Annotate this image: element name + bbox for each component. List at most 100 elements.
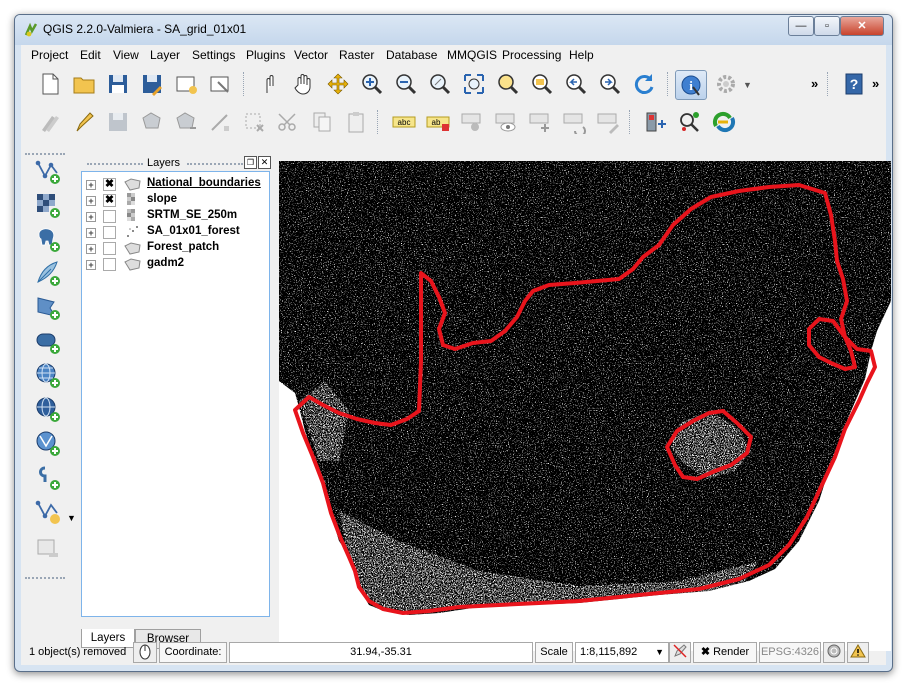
- layer-tree[interactable]: + ✖ National_boundaries + ✖ slope + SRTM…: [81, 171, 270, 617]
- open-project-button[interactable]: [71, 71, 97, 97]
- layer-visibility-checkbox[interactable]: [103, 242, 116, 255]
- close-button[interactable]: ✕: [840, 16, 884, 36]
- add-postgis-layer-button[interactable]: [33, 225, 63, 253]
- menu-raster[interactable]: Raster: [339, 48, 374, 62]
- float-panel-button[interactable]: ❐: [244, 156, 257, 169]
- menu-processing[interactable]: Processing: [502, 48, 561, 62]
- toolbar-overflow-button-2[interactable]: »: [872, 76, 879, 91]
- help-contents-button[interactable]: ?: [841, 71, 867, 97]
- layer-visibility-checkbox[interactable]: ✖: [103, 178, 116, 191]
- zoom-in-button[interactable]: [359, 71, 385, 97]
- crs-status-button[interactable]: EPSG:4326: [759, 642, 821, 663]
- dropdown-arrow-icon[interactable]: ▼: [67, 513, 76, 523]
- zoom-to-layer-button[interactable]: [529, 71, 555, 97]
- show-hide-labels-button[interactable]: [493, 109, 519, 135]
- add-spatialite-layer-button[interactable]: [33, 259, 63, 287]
- menu-settings[interactable]: Settings: [192, 48, 235, 62]
- coordinate-field[interactable]: 31.94,-35.31: [229, 642, 533, 663]
- copy-features-button[interactable]: [309, 109, 335, 135]
- dropdown-arrow-icon[interactable]: ▼: [743, 80, 752, 90]
- zoom-full-button[interactable]: [461, 71, 487, 97]
- pan-map-button[interactable]: [291, 71, 317, 97]
- minimize-button[interactable]: —: [788, 16, 814, 36]
- node-tool-button[interactable]: [207, 109, 233, 135]
- expand-icon[interactable]: +: [86, 244, 96, 254]
- refresh-button[interactable]: [631, 71, 657, 97]
- move-label-button[interactable]: [527, 109, 553, 135]
- new-project-button[interactable]: [37, 71, 63, 97]
- menu-project[interactable]: Project: [31, 48, 68, 62]
- save-as-button[interactable]: [139, 71, 165, 97]
- toggle-extents-button[interactable]: [133, 642, 157, 663]
- highlight-labels-button[interactable]: ab: [425, 109, 451, 135]
- zoom-out-button[interactable]: [393, 71, 419, 97]
- cut-features-button[interactable]: [275, 109, 301, 135]
- expand-icon[interactable]: +: [86, 196, 96, 206]
- menu-mmqgis[interactable]: MMQGIS: [447, 48, 497, 62]
- expand-icon[interactable]: +: [86, 212, 96, 222]
- layer-visibility-checkbox[interactable]: [103, 210, 116, 223]
- layer-labeling-button[interactable]: abc: [391, 109, 417, 135]
- zoom-last-button[interactable]: [563, 71, 589, 97]
- add-wfs-layer-button[interactable]: [33, 429, 63, 457]
- layer-visibility-checkbox[interactable]: ✖: [103, 194, 116, 207]
- messages-button[interactable]: [847, 642, 869, 663]
- zoom-to-selection-button[interactable]: [495, 71, 521, 97]
- menu-help[interactable]: Help: [569, 48, 594, 62]
- touch-zoom-button[interactable]: [257, 71, 283, 97]
- layer-row-sa-forest[interactable]: + SA_01x01_forest: [86, 225, 266, 241]
- add-mssql-layer-button[interactable]: [33, 293, 63, 321]
- georeferencer-button[interactable]: [677, 109, 703, 135]
- processing-toolbox-button[interactable]: [711, 109, 737, 135]
- zoom-next-button[interactable]: [597, 71, 623, 97]
- add-vector-layer-button[interactable]: [33, 157, 63, 185]
- pin-labels-button[interactable]: [459, 109, 485, 135]
- add-wcs-layer-button[interactable]: [33, 395, 63, 423]
- save-layer-edits-button[interactable]: [105, 109, 131, 135]
- toolbar-overflow-button[interactable]: »: [811, 76, 818, 91]
- menu-vector[interactable]: Vector: [294, 48, 328, 62]
- toggle-editing-button[interactable]: [71, 109, 97, 135]
- layer-visibility-checkbox[interactable]: [103, 226, 116, 239]
- save-project-button[interactable]: [105, 71, 131, 97]
- new-shapefile-layer-button[interactable]: [33, 497, 63, 525]
- layer-row-srtm[interactable]: + SRTM_SE_250m: [86, 209, 266, 225]
- expand-icon[interactable]: +: [86, 260, 96, 270]
- paste-features-button[interactable]: [343, 109, 369, 135]
- expand-icon[interactable]: +: [86, 228, 96, 238]
- add-raster-layer-button[interactable]: [33, 191, 63, 219]
- add-wms-layer-button[interactable]: [33, 361, 63, 389]
- remove-layer-button[interactable]: [33, 535, 63, 563]
- move-feature-button[interactable]: [173, 109, 199, 135]
- composer-manager-button[interactable]: [207, 71, 233, 97]
- menu-database[interactable]: Database: [386, 48, 437, 62]
- zoom-native-button[interactable]: [427, 71, 453, 97]
- change-label-button[interactable]: [595, 109, 621, 135]
- coordinate-capture-button[interactable]: [643, 109, 669, 135]
- identify-features-button[interactable]: i: [675, 70, 707, 100]
- layer-row-gadm2[interactable]: + gadm2: [86, 257, 266, 273]
- add-oracle-layer-button[interactable]: [33, 327, 63, 355]
- expand-icon[interactable]: +: [86, 180, 96, 190]
- stop-rendering-button[interactable]: [669, 642, 691, 663]
- close-panel-button[interactable]: ✕: [258, 156, 271, 169]
- layer-visibility-checkbox[interactable]: [103, 258, 116, 271]
- delete-selected-button[interactable]: [241, 109, 267, 135]
- pan-to-selection-button[interactable]: [325, 71, 351, 97]
- crs-projection-button[interactable]: [823, 642, 845, 663]
- map-render[interactable]: [279, 161, 891, 651]
- menu-view[interactable]: View: [113, 48, 139, 62]
- menu-plugins[interactable]: Plugins: [246, 48, 285, 62]
- rotate-label-button[interactable]: [561, 109, 587, 135]
- render-toggle[interactable]: ✖ Render: [693, 642, 757, 663]
- new-print-composer-button[interactable]: [173, 71, 199, 97]
- layer-row-forest-patch[interactable]: + Forest_patch: [86, 241, 266, 257]
- menu-edit[interactable]: Edit: [80, 48, 101, 62]
- add-feature-button[interactable]: [139, 109, 165, 135]
- scale-combobox[interactable]: 1:8,115,892 ▼: [575, 642, 669, 663]
- add-delimited-text-layer-button[interactable]: [33, 463, 63, 491]
- map-tips-button[interactable]: [713, 71, 739, 97]
- menu-layer[interactable]: Layer: [150, 48, 180, 62]
- maximize-button[interactable]: ▫: [814, 16, 840, 36]
- map-canvas[interactable]: [279, 161, 891, 651]
